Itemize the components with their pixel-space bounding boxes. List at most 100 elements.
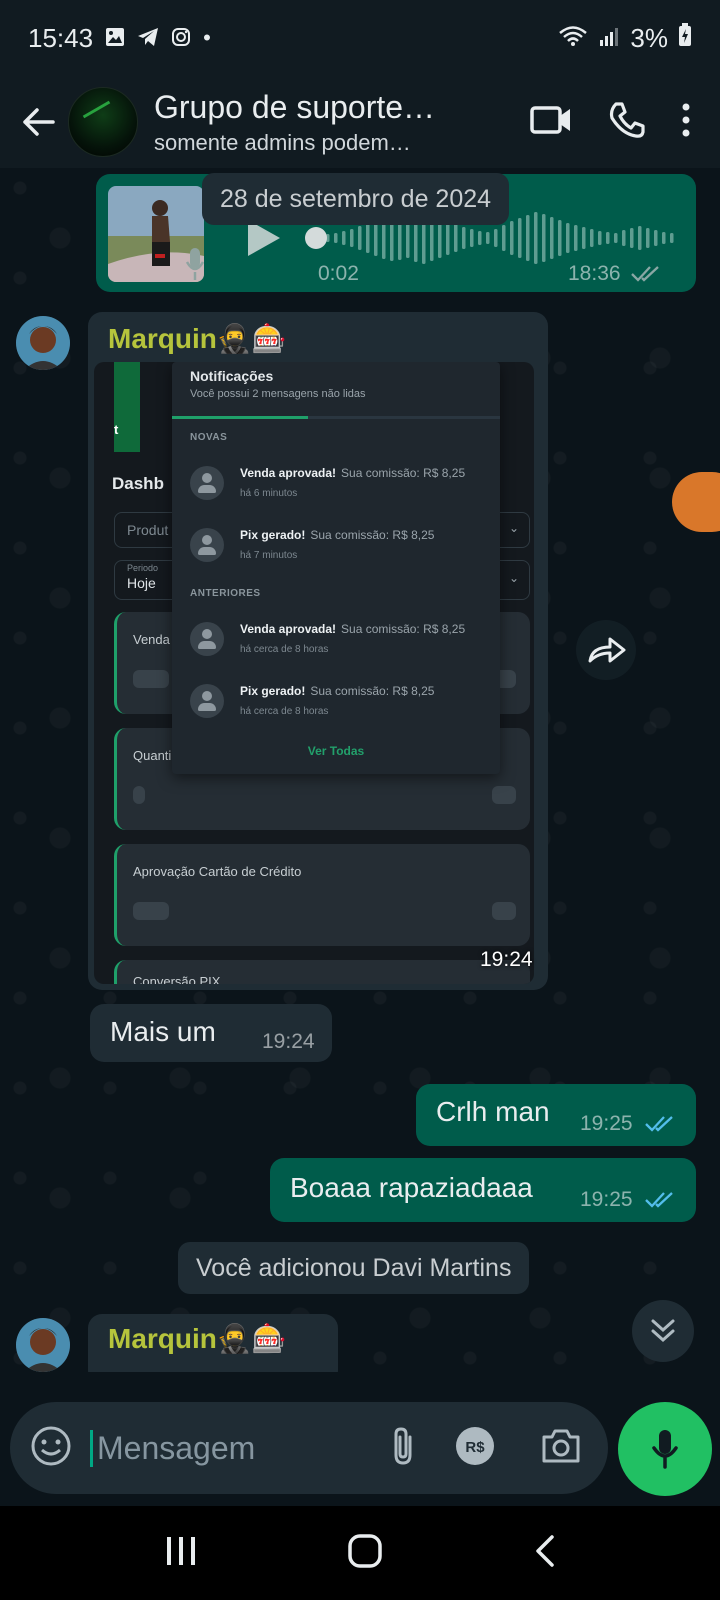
dashboard-title: Dashb [112, 474, 164, 493]
waveform-bar [494, 229, 498, 247]
waveform-bar [366, 223, 370, 253]
waveform-bar [478, 231, 482, 245]
dashboard-card: Aprovação Cartão de Crédito [114, 844, 530, 946]
waveform-bar [550, 217, 554, 259]
double-check-icon [630, 264, 664, 289]
waveform-bar [350, 229, 354, 247]
message-text: Boaaa rapaziadaaa [290, 1172, 533, 1203]
waveform-bar [470, 229, 474, 247]
back-nav-icon[interactable] [532, 1534, 556, 1573]
text-message[interactable]: Mais um 19:24 [90, 1004, 332, 1062]
svg-text:R$: R$ [465, 1439, 485, 1456]
dot-icon: • [203, 25, 211, 50]
read-receipt-icon [644, 1190, 678, 1215]
notifications-panel: Notificações Você possui 2 mensagens não… [172, 362, 500, 774]
audio-duration: 0:02 [318, 262, 359, 285]
voice-record-button[interactable] [618, 1402, 712, 1496]
waveform-bar [502, 225, 506, 251]
group-name: Grupo de suporte… [154, 88, 436, 125]
waveform-bar [486, 232, 490, 244]
scroll-to-bottom-button[interactable] [632, 1300, 694, 1362]
home-icon[interactable] [347, 1533, 383, 1574]
waveform-bar [590, 229, 594, 247]
more-options-icon[interactable] [682, 103, 690, 142]
waveform-bar [462, 227, 466, 249]
system-message: Você adicionou Davi Martins [178, 1242, 530, 1294]
audio-playhead[interactable] [305, 227, 327, 249]
waveform-bar [542, 214, 546, 262]
read-receipt-icon [644, 1114, 678, 1139]
waveform-bar [446, 221, 450, 255]
sender-name: Marquin🥷🎰 [108, 323, 287, 354]
forward-button[interactable] [576, 620, 636, 680]
waveform-bar [534, 212, 538, 264]
waveform-bar [574, 225, 578, 251]
user-icon [190, 622, 224, 656]
notification-item: Pix gerado! Sua comissão: R$ 8,25 há 7 mi… [190, 524, 490, 572]
floating-bubble[interactable] [672, 472, 720, 532]
waveform-bar [646, 228, 650, 248]
shared-screenshot[interactable]: t Dashb Produt ⌄ Periodo Hoje ⌄ Venda Qu… [94, 362, 534, 984]
waveform-bar [334, 233, 338, 243]
waveform-bar [518, 218, 522, 258]
battery-text: 3% [630, 22, 668, 53]
dashboard-card: Conversão PIX [114, 960, 530, 984]
user-icon [190, 528, 224, 562]
chevron-down-icon: ⌄ [508, 521, 519, 535]
recent-apps-icon[interactable] [164, 1534, 198, 1573]
double-chevron-down-icon [651, 1319, 675, 1343]
notification-item: Venda aprovada! Sua comissão: R$ 8,25 há … [190, 618, 490, 666]
message-input-bar: Mensagem R$ [10, 1402, 608, 1494]
forward-icon [588, 637, 626, 663]
waveform-bar [606, 232, 610, 244]
waveform-bar [454, 224, 458, 252]
battery-icon [678, 22, 692, 54]
waveform-bar [670, 233, 674, 243]
status-bar: 15:43 • 3% [0, 0, 720, 76]
emoji-icon[interactable] [30, 1425, 72, 1472]
waveform-bar [638, 226, 642, 250]
notification-item: Pix gerado! Sua comissão: R$ 8,25 há cerc… [190, 680, 490, 728]
text-message[interactable]: Boaaa rapaziadaaa 19:25 [270, 1158, 696, 1222]
message-text: Crlh man [436, 1096, 550, 1127]
message-text: Mais um [110, 1016, 216, 1047]
arrow-left-icon [23, 108, 55, 136]
see-all-link: Ver Todas [307, 744, 365, 758]
text-message[interactable]: Crlh man 19:25 [416, 1084, 696, 1146]
chat-title-block[interactable]: Grupo de suporte… somente admins podem… [154, 89, 444, 156]
message-time: 19:25 [580, 1188, 633, 1211]
user-icon [190, 466, 224, 500]
mic-icon [652, 1430, 678, 1469]
gallery-icon [105, 23, 125, 54]
message-input[interactable]: Mensagem [90, 1429, 255, 1467]
message-time: 19:24 [262, 1030, 315, 1053]
sender-name: Marquin🥷🎰 [108, 1323, 287, 1354]
waveform-bar [582, 227, 586, 249]
waveform-bar [526, 215, 530, 261]
partial-message[interactable]: Marquin🥷🎰 [88, 1314, 338, 1372]
group-avatar[interactable] [68, 87, 138, 157]
voice-call-icon[interactable] [608, 101, 646, 144]
chat-header: Grupo de suporte… somente admins podem… [0, 76, 720, 168]
waveform-bar [566, 223, 570, 253]
chevron-down-icon: ⌄ [508, 571, 519, 585]
attach-icon[interactable] [388, 1425, 418, 1472]
waveform-bar [654, 230, 658, 246]
chat-area[interactable]: 0:02 18:36 28 de setembro de 2024 Marqui… [0, 168, 720, 1372]
sender-avatar[interactable] [16, 1318, 70, 1372]
signal-icon [598, 23, 620, 54]
user-icon [190, 684, 224, 718]
image-message[interactable]: Marquin🥷🎰 t Dashb Produt ⌄ Periodo Hoje … [88, 312, 548, 990]
notification-item: Venda aprovada! Sua comissão: R$ 8,25 há … [190, 462, 490, 510]
video-call-icon[interactable] [530, 104, 572, 141]
waveform-bar [630, 228, 634, 248]
sender-avatar[interactable] [16, 316, 70, 370]
waveform-bar [358, 226, 362, 250]
wifi-icon [558, 23, 588, 54]
group-subtitle: somente admins podem… [154, 129, 411, 155]
payment-icon[interactable]: R$ [454, 1425, 496, 1472]
waveform-bar [598, 231, 602, 245]
back-button[interactable] [8, 92, 68, 152]
date-divider: 28 de setembro de 2024 [202, 173, 510, 225]
camera-icon[interactable] [540, 1427, 582, 1470]
